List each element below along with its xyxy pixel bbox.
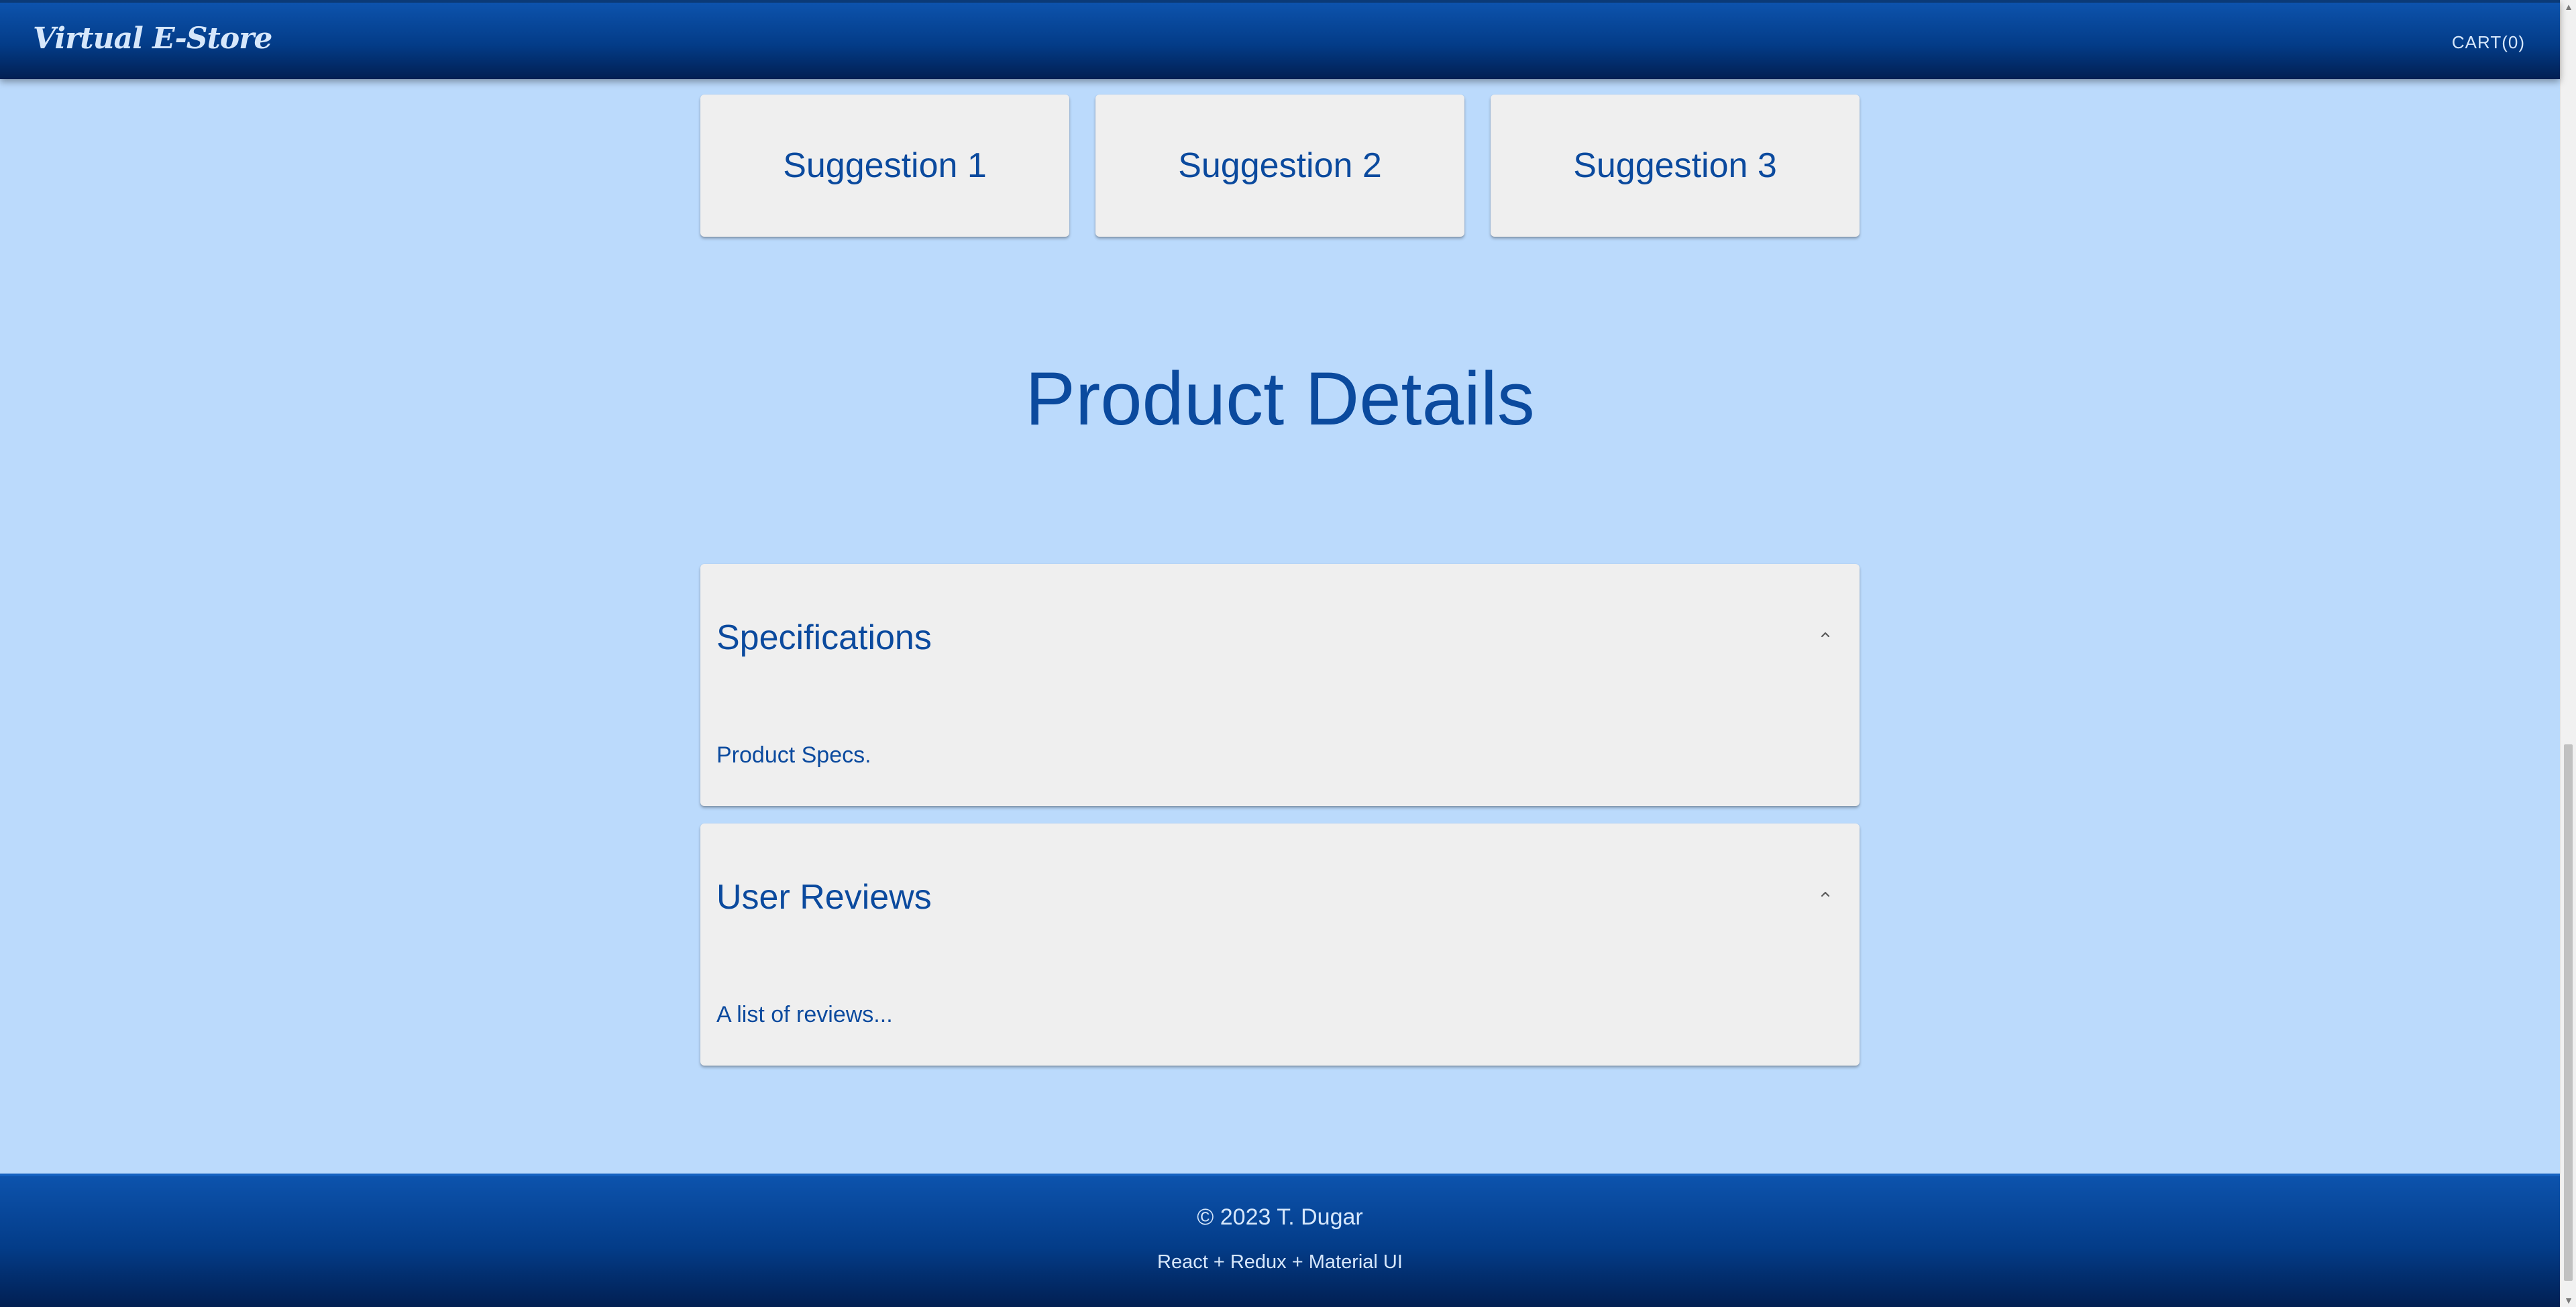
- accordion-header-user-reviews[interactable]: User Reviews: [716, 877, 932, 917]
- page-content: Virtual E-Store CART(0) Suggestion 1 Sug…: [0, 0, 2560, 1307]
- accordion-body-specifications: Product Specs.: [716, 742, 871, 768]
- accordion-specifications: Specifications Product Specs.: [700, 564, 1860, 806]
- chevron-up-icon[interactable]: [1815, 884, 1835, 904]
- footer-tech-stack: React + Redux + Material UI: [1157, 1251, 1403, 1273]
- page: Virtual E-Store CART(0) Suggestion 1 Sug…: [0, 0, 2576, 1307]
- app-bar: Virtual E-Store CART(0): [0, 0, 2560, 79]
- chevron-up-icon[interactable]: [1815, 624, 1835, 644]
- vertical-scrollbar[interactable]: ▲ ▼: [2560, 0, 2576, 1307]
- suggestion-card-2[interactable]: Suggestion 2: [1095, 95, 1464, 237]
- scroll-up-icon[interactable]: ▲: [2561, 0, 2576, 13]
- footer: © 2023 T. Dugar React + Redux + Material…: [0, 1174, 2560, 1307]
- suggestion-card-3[interactable]: Suggestion 3: [1491, 95, 1860, 237]
- brand-logo[interactable]: Virtual E-Store: [33, 21, 272, 56]
- suggestion-card-1[interactable]: Suggestion 1: [700, 95, 1069, 237]
- footer-copyright: © 2023 T. Dugar: [1197, 1204, 1363, 1230]
- product-details-title: Product Details: [1025, 357, 1535, 441]
- cart-button[interactable]: CART(0): [2452, 32, 2525, 53]
- accordion-body-user-reviews: A list of reviews...: [716, 1002, 893, 1027]
- accordion-header-specifications[interactable]: Specifications: [716, 618, 932, 658]
- suggestions-row: Suggestion 1 Suggestion 2 Suggestion 3: [700, 95, 1860, 237]
- accordion-user-reviews: User Reviews A list of reviews...: [700, 823, 1860, 1066]
- scroll-down-icon[interactable]: ▼: [2561, 1294, 2576, 1307]
- scrollbar-thumb[interactable]: [2564, 744, 2573, 1281]
